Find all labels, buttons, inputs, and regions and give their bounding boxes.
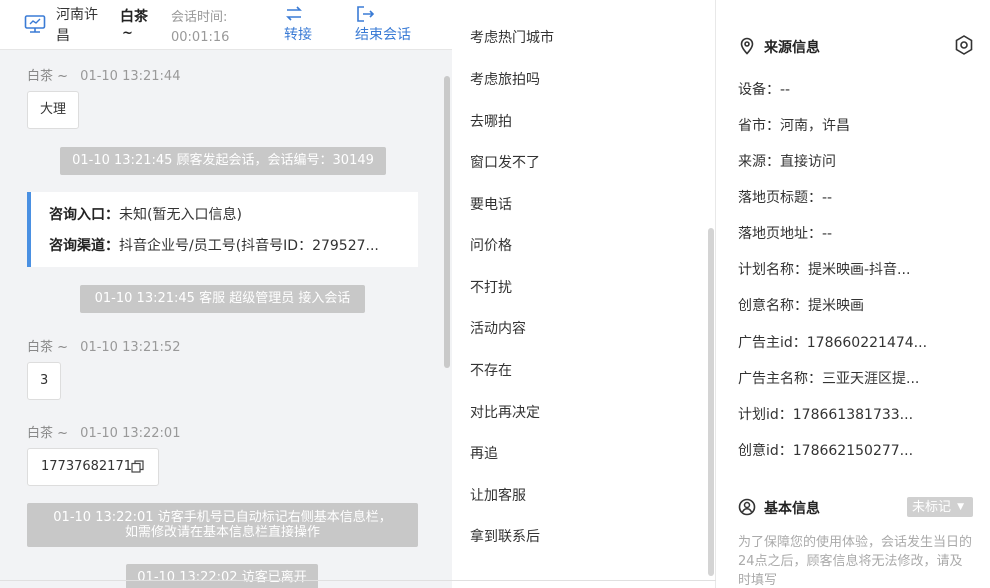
consult-entry-value: 未知(暂无入口信息) xyxy=(119,207,242,223)
exit-icon xyxy=(357,6,375,22)
customer-info-panel: 来源信息 设备：-- 省市：河南，许昌 来源：直接访问 落地页标题：-- 落地页… xyxy=(716,0,990,588)
quick-phrase-item[interactable]: 再追 xyxy=(470,443,498,463)
info-plan-id: 计划id：178661381733... xyxy=(738,407,914,423)
customer-name-suffix: ~ xyxy=(122,26,133,41)
message-sender: 白茶 ~ xyxy=(27,69,69,84)
info-landing-url: 落地页地址：-- xyxy=(738,226,833,242)
customer-name: 白茶 xyxy=(120,9,148,25)
tag-dropdown-label: 未标记 xyxy=(912,500,952,515)
source-info-heading: 来源信息 xyxy=(738,37,820,57)
system-message-session-start: 01-10 13:21:45 顾客发起会话，会话编号：30149 xyxy=(60,147,386,175)
copy-icon[interactable] xyxy=(131,460,144,473)
chat-panel: 河南许昌 白茶 ~ 会话时间: 00:01:16 转接 结束会话 白茶 ~ 01 xyxy=(0,0,452,588)
edit-notice: 为了保障您的使用体验，会话发生当日的24点之后，顾客信息将无法修改，请及时填写 xyxy=(738,535,973,588)
quick-phrase-item[interactable]: 不存在 xyxy=(470,360,512,380)
info-source: 来源：直接访问 xyxy=(738,154,836,170)
info-advertiser-name: 广告主名称：三亚天涯区提... xyxy=(738,371,920,387)
phone-number: 17737682171 xyxy=(41,459,132,474)
message-bubble: 17737682171 xyxy=(27,448,159,486)
message-meta: 白茶 ~ 01-10 13:21:52 xyxy=(27,336,180,355)
message-sender: 白茶 ~ xyxy=(27,426,69,441)
transfer-label: 转接 xyxy=(284,27,312,43)
quick-phrase-scrollbar[interactable] xyxy=(708,228,714,576)
quick-phrase-item[interactable]: 活动内容 xyxy=(470,318,526,338)
quick-phrase-item[interactable]: 问价格 xyxy=(470,235,512,255)
quick-phrase-item[interactable]: 考虑旅拍吗 xyxy=(470,69,540,89)
settings-icon[interactable] xyxy=(953,34,975,56)
end-session-button[interactable]: 结束会话 xyxy=(355,4,411,44)
message-sender: 白茶 ~ xyxy=(27,340,69,355)
session-time-value: 00:01:16 xyxy=(171,30,230,45)
info-advertiser-id: 广告主id：178660221474... xyxy=(738,335,928,351)
quick-phrase-item[interactable]: 对比再决定 xyxy=(470,402,540,422)
basic-info-title: 基本信息 xyxy=(764,501,820,517)
system-message-visitor-left: 01-10 13:22:02 访客已离开 xyxy=(126,564,318,588)
message-time: 01-10 13:22:01 xyxy=(80,426,181,441)
consult-entry-key: 咨询入口： xyxy=(49,207,119,223)
consult-info-card: 咨询入口：未知(暂无入口信息) 咨询渠道：抖音企业号/员工号(抖音号ID：279… xyxy=(27,192,418,267)
system-message-agent-join: 01-10 13:21:45 客服 超级管理员 接入会话 xyxy=(80,285,365,313)
session-time-label: 会话时间: xyxy=(171,10,228,25)
info-province-city: 省市：河南，许昌 xyxy=(738,118,850,134)
caret-down-icon: ▼ xyxy=(957,502,965,512)
system-message-line: 01-10 13:22:01 访客手机号已自动标记右侧基本信息栏， xyxy=(53,510,392,525)
info-creative-id: 创意id：178662150277... xyxy=(738,443,914,459)
customer-location: 河南许昌 xyxy=(56,7,98,44)
quick-phrase-item[interactable]: 去哪拍 xyxy=(470,111,512,131)
quick-phrase-item[interactable]: 让加客服 xyxy=(470,485,526,505)
message-time: 01-10 13:21:44 xyxy=(80,69,181,84)
info-creative-name: 创意名称：提米映画 xyxy=(738,298,864,314)
chat-header: 河南许昌 白茶 ~ 会话时间: 00:01:16 转接 结束会话 xyxy=(0,0,452,50)
message-time: 01-10 13:21:52 xyxy=(80,340,181,355)
message-meta: 白茶 ~ 01-10 13:21:44 xyxy=(27,65,180,84)
consult-channel-value: 抖音企业号/员工号(抖音号ID：279527... xyxy=(119,238,379,254)
system-message-phone-marked: 01-10 13:22:01 访客手机号已自动标记右侧基本信息栏， 如需修改请在… xyxy=(27,503,418,547)
quick-phrase-item[interactable]: 要电话 xyxy=(470,194,512,214)
quick-phrase-item[interactable]: 拿到联系后 xyxy=(470,526,540,546)
bottom-divider xyxy=(0,580,716,581)
end-session-label: 结束会话 xyxy=(355,27,411,43)
message-meta: 白茶 ~ 01-10 13:22:01 xyxy=(27,422,180,441)
tag-dropdown[interactable]: 未标记 ▼ xyxy=(907,497,973,517)
quick-phrase-item[interactable]: 不打扰 xyxy=(470,277,512,297)
basic-info-heading: 基本信息 xyxy=(738,498,820,518)
quick-phrase-item[interactable]: 窗口发不了 xyxy=(470,152,540,172)
transfer-button[interactable]: 转接 xyxy=(284,4,312,44)
workspace: 河南许昌 白茶 ~ 会话时间: 00:01:16 转接 结束会话 白茶 ~ 01 xyxy=(0,0,990,588)
info-landing-title: 落地页标题：-- xyxy=(738,190,833,206)
consult-channel-key: 咨询渠道： xyxy=(49,238,119,254)
transfer-icon xyxy=(286,6,302,21)
message-bubble: 大理 xyxy=(27,91,80,129)
message-bubble: 3 xyxy=(27,362,62,400)
info-device: 设备：-- xyxy=(738,82,791,98)
info-plan-name: 计划名称：提米映画-抖音... xyxy=(738,262,911,278)
chat-scrollbar[interactable] xyxy=(444,76,450,368)
monitor-icon xyxy=(24,15,46,33)
quick-phrase-panel: 考虑热门城市 考虑旅拍吗 去哪拍 窗口发不了 要电话 问价格 不打扰 活动内容 … xyxy=(452,0,716,588)
user-circle-icon xyxy=(738,498,756,516)
system-message-line: 如需修改请在基本信息栏直接操作 xyxy=(124,525,320,540)
quick-phrase-item[interactable]: 考虑热门城市 xyxy=(470,27,554,47)
location-pin-icon xyxy=(740,37,754,55)
source-info-title: 来源信息 xyxy=(764,40,820,56)
